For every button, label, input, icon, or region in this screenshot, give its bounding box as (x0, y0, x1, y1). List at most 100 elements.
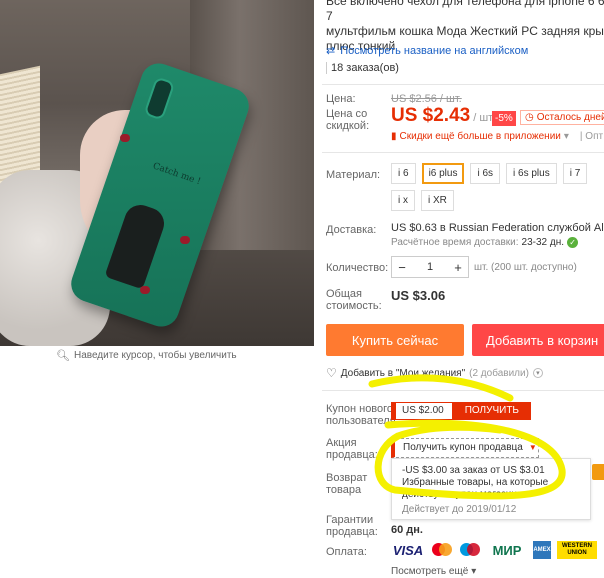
translate-link-text: Посмотреть название на английском (340, 44, 529, 57)
add-to-wishlist[interactable]: ♡ Добавить в "Мои желания" (2 добавили) … (326, 366, 543, 380)
visa-icon: VISA (392, 542, 424, 558)
guarantee-label: Гарантии продавца: (326, 514, 378, 538)
caret-down-icon: ▼ (528, 443, 537, 452)
coupon-condition: -US $3.00 за заказ от US $3.01 (402, 465, 545, 476)
eta-label: Расчётное время доставки: (391, 237, 519, 248)
label-line: пользователя (326, 415, 396, 427)
title-line: мультфильм кошка Мода Жесткий PC задняя … (326, 24, 604, 38)
decrement-button[interactable]: − (392, 260, 412, 275)
old-price: US $2.56 / шт. (391, 93, 462, 105)
seller-coupon-popup: -US $3.00 за заказ от US $3.01 Избранные… (391, 458, 591, 520)
case-print-text: Catch me ! (151, 161, 202, 188)
variant-i7[interactable]: i 7 (562, 163, 588, 184)
guarantee-value: 60 дн. (391, 524, 423, 536)
side-tab[interactable] (592, 464, 604, 480)
mastercard-icon (431, 541, 453, 559)
see-more-payment[interactable]: Посмотреть ещё ▾ (391, 566, 476, 577)
label-line: Гарантии (326, 514, 374, 526)
countdown-timer: ◷ Осталось дней: 3 (520, 110, 604, 125)
translate-title-link[interactable]: ⇄ Посмотреть название на английском (326, 44, 529, 58)
payment-methods: VISA МИР AMEX WESTERN UNION (391, 541, 597, 559)
timer-text: Осталось дней: 3 (536, 112, 604, 123)
shipping-label: Доставка: (326, 224, 377, 236)
quantity-available: шт. (200 шт. доступно) (474, 262, 577, 273)
coupon-expiry: Действует до 2019/01/12 (402, 504, 517, 515)
wholesale-text: Опт (585, 131, 604, 142)
total-label: Общая стоимость: (326, 288, 382, 312)
heart-icon: ♡ (326, 366, 337, 380)
zoom-hint-text: Наведите курсор, чтобы увеличить (73, 350, 237, 361)
translate-icon: ⇄ (326, 45, 336, 57)
variant-i6s[interactable]: i 6s (470, 163, 501, 184)
delivery-eta: Расчётное время доставки: 23-32 дн. ✓ (391, 237, 579, 248)
wishlist-count: (2 добавили) (469, 367, 529, 379)
payment-label: Оплата: (326, 546, 367, 558)
chevron-down-icon[interactable]: ▾ (532, 368, 543, 378)
price-value: US $2.43 (391, 105, 471, 126)
coupon-scope: Избранные товары, на которые (402, 477, 549, 488)
cat-illustration (104, 200, 169, 290)
magnifier-icon: 🔍︎ (56, 350, 70, 362)
price-label: Цена: (326, 93, 356, 105)
see-more-text: Посмотреть ещё (391, 566, 469, 577)
returns-label: Возврат товара (326, 472, 367, 496)
variant-i6[interactable]: i 6 (391, 163, 416, 184)
label-line: Общая (326, 288, 362, 300)
label-line: продавца: (326, 449, 378, 461)
total-price: US $3.06 (391, 288, 446, 303)
nail (180, 236, 190, 244)
maestro-icon (459, 541, 481, 559)
divider (322, 152, 604, 153)
get-coupon-button[interactable]: ПОЛУЧИТЬ (452, 402, 531, 420)
increment-button[interactable]: + (448, 260, 468, 275)
variant-i6s-plus[interactable]: i 6s plus (506, 163, 557, 184)
quantity-stepper: − 1 + (391, 256, 469, 278)
buy-now-button[interactable]: Купить сейчас (326, 324, 464, 356)
phone-icon: ▮ (391, 131, 397, 142)
new-user-coupon-label: Купон нового пользователя (326, 403, 396, 427)
material-label: Материал: (326, 169, 381, 181)
zoom-hint: 🔍︎ Наведите курсор, чтобы увеличить (56, 349, 237, 362)
product-photo[interactable]: Catch me ! (0, 0, 314, 346)
western-union-icon: WESTERN UNION (557, 541, 597, 559)
title-line: Все включено чехол для телефона для ipho… (326, 0, 604, 23)
seller-coupon-dropdown[interactable]: Получить купон продавца ▼ (391, 438, 539, 458)
label-line: Цена со (326, 108, 368, 120)
orders-count: 18 заказа(ов) (326, 62, 399, 74)
discount-badge: -5% (492, 111, 516, 126)
dropdown-text: Получить купон продавца (403, 442, 523, 453)
label-line: Акция (326, 437, 357, 449)
nail (140, 286, 150, 294)
app-discount-link[interactable]: ▮ Скидки ещё больше в приложении ▾ | Опт (391, 131, 603, 142)
highlight-stroke (368, 374, 514, 402)
shipping-info[interactable]: US $0.63 в Russian Federation службой Al… (391, 222, 604, 234)
variant-ixr[interactable]: i XR (421, 190, 454, 211)
clock-icon: ◷ (525, 112, 534, 123)
check-icon: ✓ (567, 237, 579, 248)
amex-icon: AMEX (533, 541, 551, 559)
label-line: продавца: (326, 526, 378, 538)
material-options: i 6 i6 plus i 6s i 6s plus i 7 i x i XR (391, 163, 604, 211)
quantity-input[interactable]: 1 (412, 261, 448, 273)
divider (326, 62, 327, 74)
coupon-scope: действует купон магазина (402, 489, 523, 500)
label-line: товара (326, 484, 362, 496)
chevron-down-icon: ▾ (563, 131, 569, 142)
divider (322, 84, 604, 85)
seller-promo-label: Акция продавца: (326, 437, 378, 461)
app-discount-more: | Опт (579, 131, 604, 142)
label-line: Купон нового (326, 403, 394, 415)
current-price: US $2.43 / шт. (391, 105, 495, 127)
quantity-label: Количество: (326, 262, 389, 274)
coupon-amount: US $2.00 (391, 402, 453, 420)
label-line: стоимость: (326, 300, 382, 312)
variant-i6-plus[interactable]: i6 plus (421, 163, 465, 184)
chevron-down-icon: ▾ (471, 566, 477, 577)
eta-value: 23-32 дн. (521, 237, 565, 248)
add-to-cart-button[interactable]: Добавить в корзин (472, 324, 604, 356)
orders-text: 18 заказа(ов) (331, 62, 399, 74)
variant-ix[interactable]: i x (391, 190, 415, 211)
label-line: скидкой: (326, 120, 370, 132)
divider (322, 390, 604, 391)
discount-price-label: Цена со скидкой: (326, 108, 369, 132)
